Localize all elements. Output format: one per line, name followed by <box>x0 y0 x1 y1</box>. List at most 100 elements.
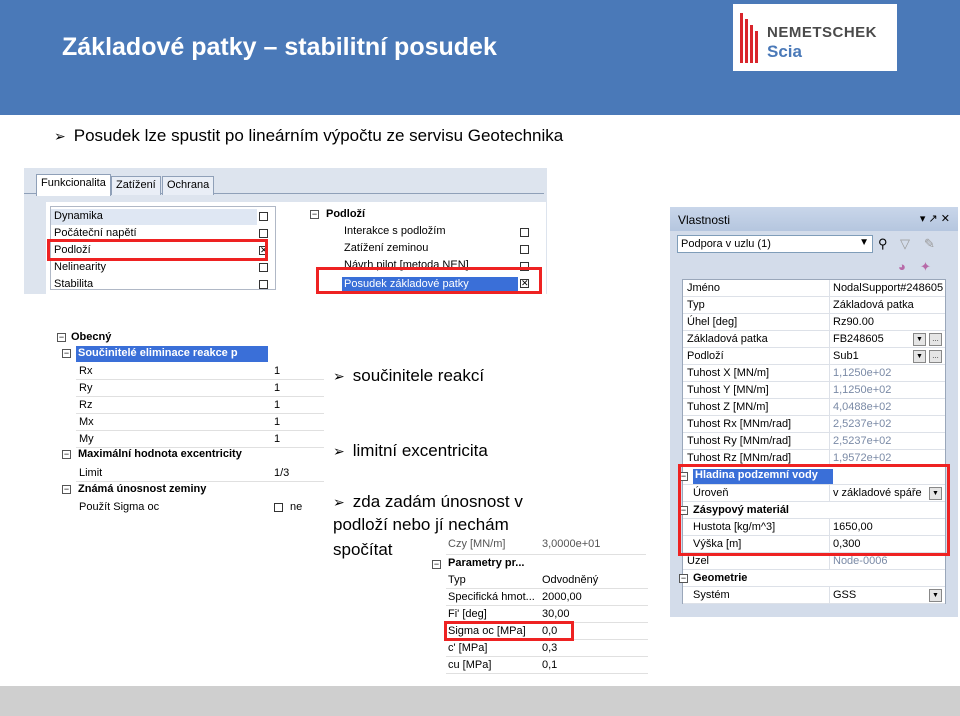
soil-interaction-checkbox[interactable] <box>520 228 529 237</box>
row-key: Rx <box>79 365 93 377</box>
table-row[interactable]: Použít Sigma oc ne <box>76 499 324 515</box>
collapse-icon[interactable]: − <box>62 485 71 494</box>
tab-functionality[interactable]: Funkcionalita <box>36 174 111 196</box>
table-row[interactable]: Typ Základová patka <box>683 297 945 314</box>
bullet-3-line2: podloží nebo jí nechám <box>333 515 509 534</box>
soil-load-checkbox[interactable] <box>520 245 529 254</box>
filter-icon[interactable]: ▽ <box>900 236 916 252</box>
subsoil-group-label: Podloží <box>326 208 366 220</box>
row-value: Rz90.00 <box>833 316 874 328</box>
table-row[interactable]: Limit 1/3 <box>76 465 324 482</box>
table-row[interactable]: Tuhost Rx [MNm/rad] 2,5237e+02 <box>683 416 945 433</box>
chevron-down-icon[interactable]: ▼ <box>929 589 942 602</box>
arrow-bullet-icon: ➢ <box>333 443 345 459</box>
tab-bar: Funkcionalita Zatížení Ochrana <box>24 172 544 196</box>
row-key: Mx <box>79 416 94 428</box>
table-row[interactable]: Podloží Sub1 ▼… <box>683 348 945 365</box>
object-selector[interactable]: Podpora v uzlu (1) ▼ <box>677 235 873 253</box>
slide-title: Základové patky – stabilitní posudek <box>62 33 497 61</box>
edit-icon[interactable]: ✎ <box>924 236 940 252</box>
table-row[interactable]: Rz 1 <box>76 397 324 414</box>
table-row[interactable]: Czy [MN/m] 3,0000e+01 <box>446 538 646 555</box>
settings-icon[interactable]: ✦ <box>920 259 936 275</box>
bearing-group-label: Známá únosnost zeminy <box>78 483 207 495</box>
tab-loads[interactable]: Zatížení <box>111 176 161 195</box>
table-row[interactable]: My 1 <box>76 431 324 448</box>
chevron-down-icon: ▼ <box>859 237 869 248</box>
table-row[interactable]: cu [MPa] 0,1 <box>446 657 648 674</box>
table-row[interactable]: Tuhost Z [MN/m] 4,0488e+02 <box>683 399 945 416</box>
elimination-group-row[interactable]: Součinitelé eliminace reakce p <box>76 346 268 362</box>
logo-sub: Scia <box>767 42 802 61</box>
row-key: Úhel [deg] <box>687 316 738 328</box>
table-row[interactable]: Typ Odvodněný <box>446 572 648 589</box>
properties-panel: Vlastnosti ▾ ↗ ✕ Podpora v uzlu (1) ▼ ⚲ … <box>670 207 958 617</box>
palette-icon[interactable]: ◕ <box>898 259 914 275</box>
footing-check-highlight <box>316 267 542 294</box>
row-key: Jméno <box>687 282 721 294</box>
collapse-icon[interactable]: − <box>62 450 71 459</box>
list-item[interactable]: Dynamika <box>51 209 257 225</box>
row-value: 4,0488e+02 <box>833 401 892 413</box>
chevron-down-icon[interactable]: ▼ <box>913 350 926 363</box>
table-row[interactable]: Základová patka FB248605 ▼… <box>683 331 945 348</box>
tab-protection[interactable]: Ochrana <box>162 176 215 195</box>
sigma-checkbox[interactable] <box>274 503 283 512</box>
table-row[interactable]: Tuhost Ry [MNm/rad] 2,5237e+02 <box>683 433 945 450</box>
dynamics-checkbox[interactable] <box>259 212 268 221</box>
list-item-label: Počáteční napětí <box>54 227 137 239</box>
nonlinearity-checkbox[interactable] <box>259 263 268 272</box>
collapse-icon[interactable]: − <box>57 333 66 342</box>
select-filter-icon[interactable]: ⚲ <box>878 236 894 252</box>
bullet-main-text: Posudek lze spustit po lineárním výpočtu… <box>73 126 564 145</box>
collapse-icon[interactable]: − <box>62 349 71 358</box>
table-row[interactable]: Tuhost Y [MN/m] 1,1250e+02 <box>683 382 945 399</box>
functionality-panel: Funkcionalita Zatížení Ochrana Dynamika … <box>24 168 547 294</box>
collapse-icon[interactable]: − <box>310 210 319 219</box>
soil-load-label: Zatížení zeminou <box>344 242 429 254</box>
table-row[interactable]: Ry 1 <box>76 380 324 397</box>
row-value: 2,5237e+02 <box>833 435 892 447</box>
list-item[interactable]: Nelinearity <box>51 260 257 276</box>
initial-stress-checkbox[interactable] <box>259 229 268 238</box>
row-key: cu [MPa] <box>448 659 492 671</box>
row-key: Tuhost X [MN/m] <box>687 367 770 379</box>
row-value: Základová patka <box>833 299 914 311</box>
row-value: ne <box>290 501 303 513</box>
general-group-label: Obecný <box>71 331 112 343</box>
list-item-label: Dynamika <box>54 210 103 222</box>
soil-parameters-panel: Czy [MN/m] 3,0000e+01 − Parametry pr... T… <box>428 538 648 686</box>
row-value: 30,00 <box>542 608 570 620</box>
table-row[interactable]: Rx 1 <box>76 363 324 380</box>
row-value: 1 <box>274 433 281 445</box>
bullet-2: ➢ limitní excentricita <box>333 441 488 461</box>
table-row[interactable]: Specifická hmot... 2000,00 <box>446 589 648 606</box>
collapse-icon[interactable]: − <box>432 560 441 569</box>
row-value: 1,1250e+02 <box>833 384 892 396</box>
table-row[interactable]: Jméno NodalSupport#248605 <box>683 280 945 297</box>
table-row[interactable]: c' [MPa] 0,3 <box>446 640 648 657</box>
row-value: Odvodněný <box>542 574 599 586</box>
row-key: Podloží <box>687 350 724 362</box>
collapse-icon[interactable]: − <box>679 574 688 583</box>
chevron-down-icon[interactable]: ▼ <box>913 333 926 346</box>
list-item[interactable]: Stabilita <box>51 277 257 293</box>
coefficients-panel: − Obecný − Součinitelé eliminace reakce … <box>54 330 324 515</box>
row-key: Ry <box>79 382 93 394</box>
table-row[interactable]: Mx 1 <box>76 414 324 431</box>
row-value: 2,5237e+02 <box>833 418 892 430</box>
table-row[interactable]: Systém GSS ▼ <box>683 587 945 604</box>
more-button[interactable]: … <box>929 333 942 346</box>
row-key: Systém <box>693 589 730 601</box>
table-row[interactable]: Úhel [deg] Rz90.00 <box>683 314 945 331</box>
list-item-label: Nelinearity <box>54 261 106 273</box>
pin-close-icon[interactable]: ▾ ↗ ✕ <box>920 212 950 225</box>
row-value: 0,1 <box>542 659 558 671</box>
object-selector-value: Podpora v uzlu (1) <box>681 238 771 250</box>
table-row[interactable]: Tuhost X [MN/m] 1,1250e+02 <box>683 365 945 382</box>
more-button[interactable]: … <box>929 350 942 363</box>
row-value: 1 <box>274 416 281 428</box>
bullet-1-text: součinitele reakcí <box>352 366 485 385</box>
geometry-group-row[interactable]: − Geometrie <box>679 570 945 587</box>
stability-checkbox[interactable] <box>259 280 268 289</box>
